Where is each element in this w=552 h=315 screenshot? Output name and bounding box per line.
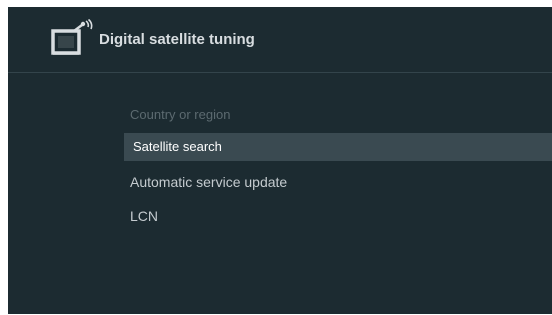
- tuning-menu: Country or region Satellite search Autom…: [8, 7, 552, 314]
- menu-item-automatic-service-update[interactable]: Automatic service update: [124, 168, 552, 196]
- menu-item-lcn[interactable]: LCN: [124, 202, 552, 230]
- menu-item-satellite-search[interactable]: Satellite search: [124, 133, 552, 161]
- menu-item-country-or-region: Country or region: [130, 107, 231, 122]
- tv-menu-screen: Digital satellite tuning Country or regi…: [8, 7, 552, 314]
